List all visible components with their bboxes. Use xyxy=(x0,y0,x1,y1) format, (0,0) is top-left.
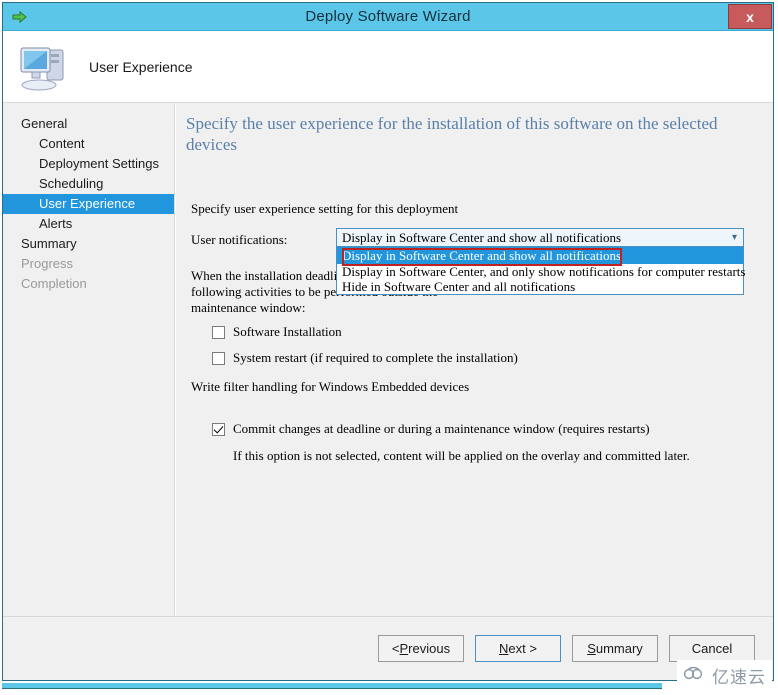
previous-button-prefix: < xyxy=(391,641,400,656)
previous-button[interactable]: < Previous xyxy=(378,635,464,662)
wizard-footer: < Previous Next > Summary Cancel xyxy=(3,616,773,680)
screenshot-root: Deploy Software Wizard x User Experience xyxy=(0,0,778,695)
user-notifications-label: User notifications: xyxy=(191,232,288,247)
dropdown-option-display-restarts-only[interactable]: Display in Software Center, and only sho… xyxy=(337,264,745,279)
sidebar-item-general[interactable]: General xyxy=(3,114,174,134)
commit-changes-label: Commit changes at deadline or during a m… xyxy=(233,421,650,436)
write-filter-heading: Write filter handling for Windows Embedd… xyxy=(191,379,470,394)
wizard-sidebar: General Content Deployment Settings Sche… xyxy=(3,103,175,616)
system-restart-label: System restart (if required to complete … xyxy=(233,350,518,365)
computer-icon xyxy=(17,42,71,92)
close-button[interactable]: x xyxy=(728,4,772,29)
sidebar-item-progress: Progress xyxy=(21,256,74,271)
next-button-accel: N xyxy=(499,641,509,656)
intro-text: Specify user experience setting for this… xyxy=(191,201,459,216)
sidebar-item-summary[interactable]: Summary xyxy=(3,234,174,254)
commit-changes-note: If this option is not selected, content … xyxy=(233,448,690,463)
page-heading: Specify the user experience for the inst… xyxy=(186,114,718,154)
summary-button-accel: S xyxy=(587,641,596,656)
dropdown-option-hide-all[interactable]: Hide in Software Center and all notifica… xyxy=(337,279,743,294)
software-installation-label: Software Installation xyxy=(233,324,342,339)
sidebar-item-completion: Completion xyxy=(21,276,87,291)
system-restart-checkbox[interactable] xyxy=(212,351,225,365)
previous-button-accel: P xyxy=(399,641,409,656)
cloud-icon xyxy=(683,665,707,686)
bottom-strip-bar xyxy=(2,683,662,689)
wizard-body: General Content Deployment Settings Sche… xyxy=(3,103,773,616)
dropdown-option-display-show-all[interactable]: Display in Software Center and show all … xyxy=(337,247,743,264)
green-arrow-icon xyxy=(11,8,29,26)
sidebar-item-alerts[interactable]: Alerts xyxy=(3,214,174,234)
sidebar-item-deployment-settings[interactable]: Deployment Settings xyxy=(3,154,174,174)
sidebar-item-content[interactable]: Content xyxy=(3,134,174,154)
previous-button-rest: revious xyxy=(408,641,451,656)
user-notifications-value: Display in Software Center and show all … xyxy=(342,229,622,245)
user-notifications-combobox[interactable]: Display in Software Center and show all … xyxy=(336,228,744,247)
summary-button-rest: ummary xyxy=(595,641,643,656)
summary-button[interactable]: Summary xyxy=(572,635,658,662)
window-title: Deploy Software Wizard xyxy=(305,8,471,25)
sidebar-item-user-experience[interactable]: User Experience xyxy=(3,194,174,214)
software-installation-row[interactable]: Software Installation xyxy=(212,324,342,340)
next-button-rest: ext > xyxy=(508,641,537,656)
bottom-strip xyxy=(0,683,778,695)
system-restart-row[interactable]: System restart (if required to complete … xyxy=(212,350,518,366)
watermark-text: 亿速云 xyxy=(712,668,766,688)
cancel-button-rest: Cancel xyxy=(691,641,733,656)
chevron-down-icon[interactable]: ▾ xyxy=(726,232,743,243)
next-button[interactable]: Next > xyxy=(475,635,561,662)
deploy-software-wizard-window: Deploy Software Wizard x User Experience xyxy=(2,2,774,681)
title-bar: Deploy Software Wizard x xyxy=(3,3,773,31)
sidebar-item-scheduling[interactable]: Scheduling xyxy=(3,174,174,194)
user-notifications-dropdown-list[interactable]: Display in Software Center and show all … xyxy=(336,247,745,295)
cancel-button[interactable]: Cancel xyxy=(669,635,755,662)
wizard-header: User Experience xyxy=(3,31,773,103)
commit-changes-row[interactable]: Commit changes at deadline or during a m… xyxy=(212,421,650,437)
software-installation-checkbox[interactable] xyxy=(212,325,225,339)
wizard-content-panel: Specify the user experience for the inst… xyxy=(175,103,773,616)
watermark: 亿速云 xyxy=(677,660,772,691)
header-title: User Experience xyxy=(89,58,193,75)
commit-changes-checkbox[interactable] xyxy=(212,422,225,436)
